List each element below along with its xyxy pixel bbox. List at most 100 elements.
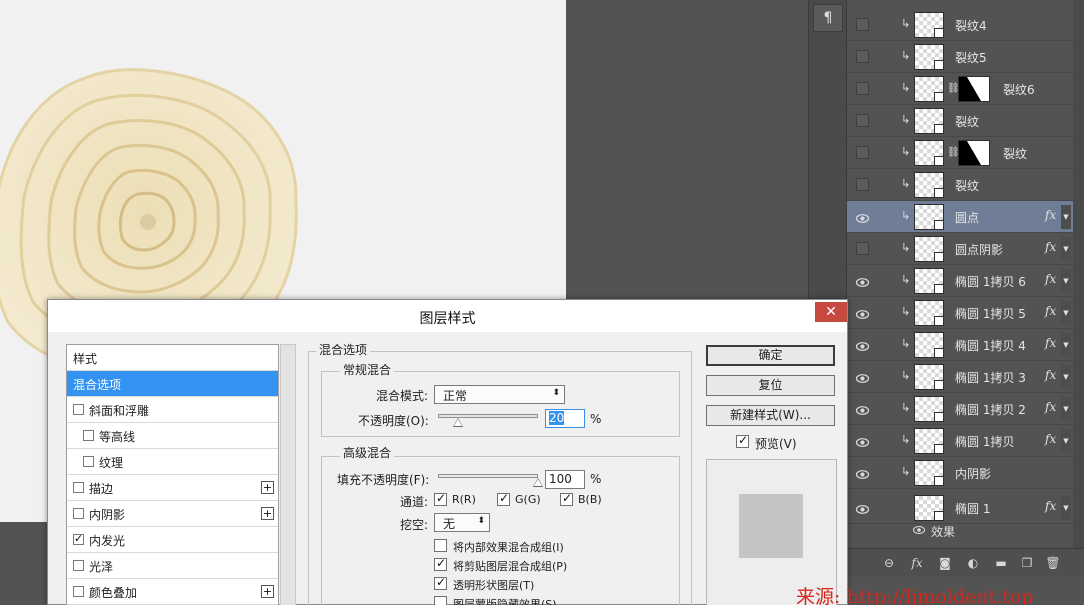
layer-thumbnail[interactable] xyxy=(914,204,944,230)
layer-name[interactable]: 裂纹6 xyxy=(1003,81,1035,98)
channel-r-checkbox[interactable] xyxy=(434,491,447,506)
style-checkbox[interactable] xyxy=(73,404,84,415)
layer-row[interactable]: ↳ 裂纹5 xyxy=(847,41,1073,73)
style-list-item[interactable]: 描边 + xyxy=(67,475,278,501)
effects-row[interactable]: 效果 xyxy=(847,520,1073,542)
new-style-button[interactable]: 新建样式(W)... xyxy=(706,405,835,426)
layer-thumbnail[interactable] xyxy=(914,364,944,390)
fill-opacity-slider-thumb[interactable] xyxy=(533,478,543,487)
layer-thumbnail[interactable] xyxy=(914,396,944,422)
knockout-select[interactable]: 无 ⬍ xyxy=(434,513,490,532)
adjustment-icon[interactable]: ◐ xyxy=(965,555,981,571)
eye-icon[interactable] xyxy=(855,340,870,351)
layer-thumbnail[interactable] xyxy=(914,76,944,102)
link-icon[interactable]: ⊖ xyxy=(881,555,897,571)
visibility-toggle[interactable] xyxy=(856,18,869,31)
style-checkbox[interactable] xyxy=(73,586,84,597)
layer-thumbnail[interactable] xyxy=(914,44,944,70)
mask-icon[interactable]: ◙ xyxy=(937,555,953,571)
layer-name[interactable]: 椭圆 1 xyxy=(955,500,990,517)
fx-icon[interactable]: fx xyxy=(1045,304,1056,318)
layer-name[interactable]: 椭圆 1拷贝 2 xyxy=(955,401,1026,418)
link-chain-icon[interactable]: ⛓ xyxy=(947,82,960,96)
layer-mask-thumbnail[interactable] xyxy=(958,140,990,166)
style-checkbox[interactable] xyxy=(73,508,84,519)
layer-name[interactable]: 椭圆 1拷贝 6 xyxy=(955,273,1026,290)
blend-option-checkbox[interactable] xyxy=(434,575,447,590)
layer-thumbnail[interactable] xyxy=(914,428,944,454)
layer-thumbnail[interactable] xyxy=(914,332,944,358)
paragraph-icon[interactable]: ¶ xyxy=(813,4,843,32)
channel-g-checkbox[interactable] xyxy=(497,491,510,506)
expand-effects-icon[interactable]: ▼ xyxy=(1061,237,1071,261)
visibility-toggle[interactable] xyxy=(856,82,869,95)
layer-row[interactable]: ↳ 椭圆 1拷贝 4 fx ▼ xyxy=(847,329,1073,361)
layer-thumbnail[interactable] xyxy=(914,236,944,262)
layer-thumbnail[interactable] xyxy=(914,172,944,198)
trash-icon[interactable]: 🗑 xyxy=(1045,555,1061,571)
fx-icon[interactable]: fx xyxy=(1045,272,1056,286)
fill-opacity-input[interactable]: 100 xyxy=(545,470,585,489)
layer-name[interactable]: 椭圆 1拷贝 3 xyxy=(955,369,1026,386)
layer-row[interactable]: ↳ ⛓ 裂纹6 xyxy=(847,73,1073,105)
layer-row[interactable]: ↳ ⛓ 裂纹 xyxy=(847,137,1073,169)
layer-thumbnail[interactable] xyxy=(914,12,944,38)
opacity-slider-thumb[interactable] xyxy=(453,418,463,427)
expand-effects-icon[interactable]: ▼ xyxy=(1061,496,1071,520)
layer-row[interactable]: ↳ 椭圆 1拷贝 6 fx ▼ xyxy=(847,265,1073,297)
fx-icon[interactable]: fx xyxy=(1045,368,1056,382)
layer-thumbnail[interactable] xyxy=(914,140,944,166)
style-list-item[interactable]: 光泽 xyxy=(67,553,278,579)
eye-icon[interactable] xyxy=(855,404,870,415)
style-checkbox[interactable] xyxy=(73,560,84,571)
visibility-toggle[interactable] xyxy=(856,242,869,255)
expand-effects-icon[interactable]: ▼ xyxy=(1061,365,1071,389)
fx-icon[interactable]: fx xyxy=(1045,240,1056,254)
new-layer-icon[interactable]: ❐ xyxy=(1019,555,1035,571)
add-style-icon[interactable]: + xyxy=(261,481,274,494)
style-list-item[interactable]: 内发光 xyxy=(67,527,278,553)
blend-option-checkbox[interactable] xyxy=(434,596,447,605)
expand-effects-icon[interactable]: ▼ xyxy=(1061,397,1071,421)
layer-thumbnail[interactable] xyxy=(914,268,944,294)
style-list-item[interactable]: 样式 xyxy=(67,345,278,371)
preview-checkbox[interactable] xyxy=(736,433,749,448)
layer-row[interactable]: ↳ 圆点 fx ▼ xyxy=(847,201,1073,233)
eye-icon[interactable] xyxy=(855,503,870,514)
layer-mask-thumbnail[interactable] xyxy=(958,76,990,102)
close-button[interactable]: ✕ xyxy=(815,302,847,322)
layer-row[interactable]: ↳ 椭圆 1拷贝 3 fx ▼ xyxy=(847,361,1073,393)
opacity-input[interactable]: 20 xyxy=(545,409,585,428)
channel-b-checkbox[interactable] xyxy=(560,491,573,506)
layer-name[interactable]: 圆点阴影 xyxy=(955,241,1003,258)
dialog-titlebar[interactable]: 图层样式 ✕ xyxy=(48,300,847,332)
layer-name[interactable]: 圆点 xyxy=(955,209,979,226)
layer-row[interactable]: ↳ 椭圆 1拷贝 fx ▼ xyxy=(847,425,1073,457)
fx-icon[interactable]: fx xyxy=(1045,208,1056,222)
layer-row[interactable]: ↳ 内阴影 xyxy=(847,457,1073,489)
layer-row[interactable]: ↳ 圆点阴影 fx ▼ xyxy=(847,233,1073,265)
reset-button[interactable]: 复位 xyxy=(706,375,835,396)
fx-icon[interactable]: fx xyxy=(909,555,925,571)
visibility-toggle[interactable] xyxy=(856,114,869,127)
layer-name[interactable]: 裂纹 xyxy=(955,113,979,130)
style-list-item[interactable]: 等高线 xyxy=(67,423,278,449)
layer-thumbnail[interactable] xyxy=(914,495,944,521)
layer-name[interactable]: 椭圆 1拷贝 4 xyxy=(955,337,1026,354)
ok-button[interactable]: 确定 xyxy=(706,345,835,366)
expand-effects-icon[interactable]: ▼ xyxy=(1061,269,1071,293)
visibility-toggle[interactable] xyxy=(856,178,869,191)
layer-name[interactable]: 裂纹 xyxy=(955,177,979,194)
visibility-toggle[interactable] xyxy=(856,146,869,159)
eye-icon[interactable] xyxy=(855,276,870,287)
eye-icon[interactable] xyxy=(913,526,925,534)
style-list-item[interactable]: 斜面和浮雕 xyxy=(67,397,278,423)
style-list-item[interactable]: 颜色叠加 + xyxy=(67,579,278,605)
style-checkbox[interactable] xyxy=(83,430,94,441)
layer-thumbnail[interactable] xyxy=(914,300,944,326)
layer-thumbnail[interactable] xyxy=(914,460,944,486)
expand-effects-icon[interactable]: ▼ xyxy=(1061,429,1071,453)
blend-option-checkbox[interactable] xyxy=(434,556,447,571)
layer-name[interactable]: 椭圆 1拷贝 xyxy=(955,433,1014,450)
style-list-item[interactable]: 混合选项 xyxy=(67,371,278,397)
